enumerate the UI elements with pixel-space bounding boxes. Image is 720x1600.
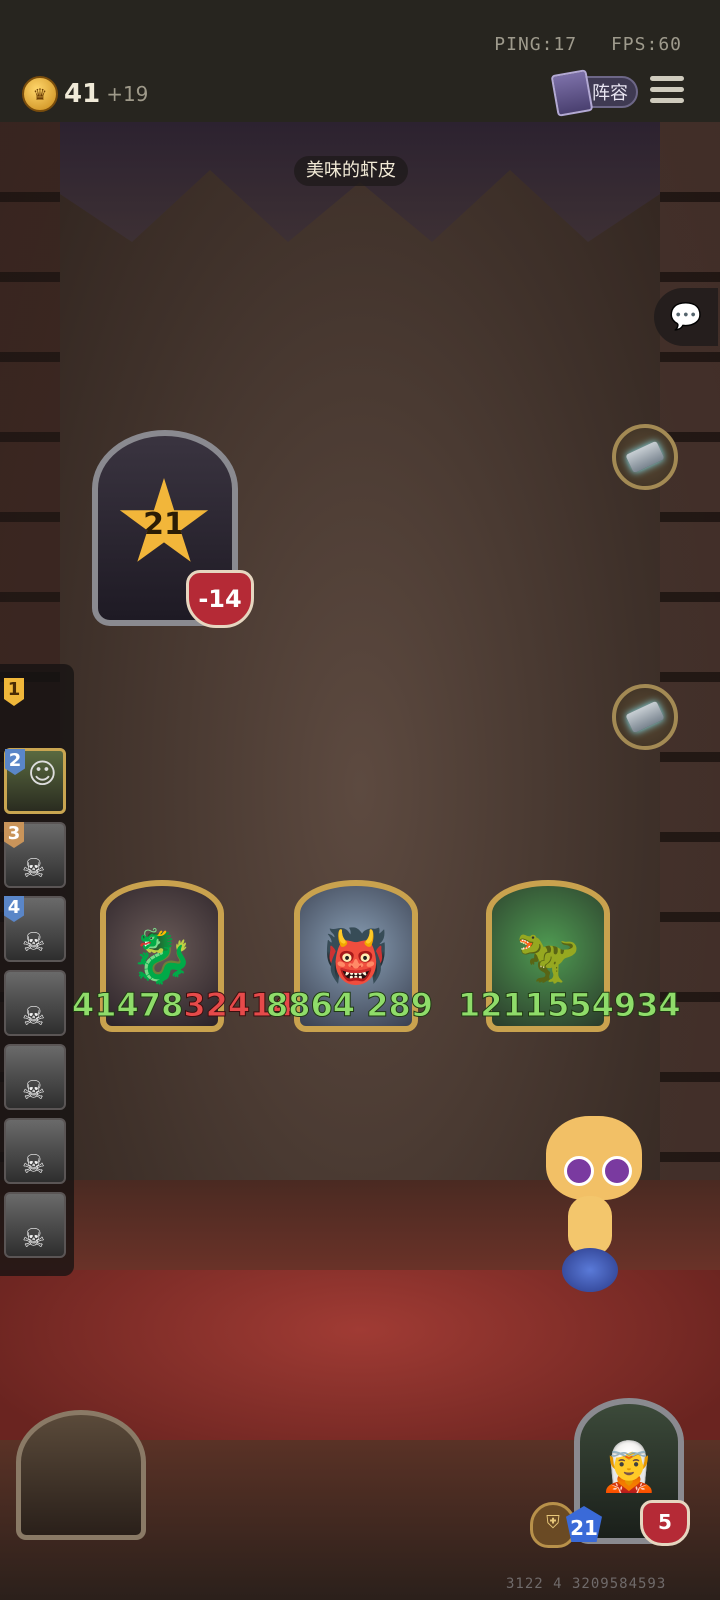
minion-stats: 1211554934 xyxy=(458,986,682,1025)
opponent-health-change: -14 xyxy=(186,570,254,628)
ping-label: PING:17 xyxy=(494,34,578,55)
skull-icon: ☠ xyxy=(22,1224,46,1254)
leaderboard-player[interactable]: ☠ xyxy=(4,1192,66,1258)
lineup-button[interactable]: 阵容 xyxy=(550,69,638,117)
cat-head xyxy=(546,1116,642,1200)
spell-slot-button[interactable] xyxy=(612,424,678,490)
menu-bar-icon xyxy=(650,87,684,92)
leaderboard-player[interactable]: 4 ☠ xyxy=(4,896,66,962)
gold-count: 41 xyxy=(64,79,101,109)
leaderboard-player[interactable]: 3 ☠ xyxy=(4,822,66,888)
goblin-portrait-icon: ☺ xyxy=(27,757,57,790)
gold-income: +19 xyxy=(106,82,149,106)
skull-icon: ☠ xyxy=(22,1150,46,1180)
gold-display: ♛ 41 +19 xyxy=(22,76,148,112)
cat-pet[interactable] xyxy=(540,1110,648,1292)
rank-badge: 2 xyxy=(5,749,25,775)
rank-badge: 3 xyxy=(4,822,24,848)
spellbook-icon xyxy=(625,700,665,734)
book-icon xyxy=(550,69,594,117)
spellbook-icon xyxy=(625,440,665,474)
fps-label: FPS:60 xyxy=(610,34,682,55)
dinosaur-icon: 🦖 xyxy=(515,927,581,987)
chat-bubble-icon: 💬 xyxy=(669,302,703,332)
network-stats: PING:17 FPS:60 xyxy=(472,34,682,55)
skull-icon: ☠ xyxy=(22,854,46,884)
leaderboard-player[interactable]: ☠ xyxy=(4,970,66,1036)
chat-button[interactable]: 💬 xyxy=(654,288,718,346)
skull-icon: ☠ xyxy=(22,928,46,958)
minion-attack: 41478 xyxy=(71,986,184,1025)
skull-icon: ☠ xyxy=(22,1002,46,1032)
leaderboard-player[interactable]: 2 ☺ xyxy=(4,748,66,814)
top-bar: PING:17 FPS:60 ♛ 41 +19 阵容 xyxy=(0,0,720,122)
minion-health: 934 xyxy=(613,986,681,1025)
leaderboard-player[interactable]: ☠ xyxy=(4,1118,66,1184)
hero-health: 5 xyxy=(640,1500,690,1546)
menu-button[interactable] xyxy=(650,76,684,108)
minion-attack: 1211554 xyxy=(458,986,615,1025)
minion-stats: 8864 289 xyxy=(265,986,434,1025)
board-title: 美味的虾皮 xyxy=(294,156,408,186)
minion-stats: 4147832414 xyxy=(71,986,295,1025)
lineup-label: 阵容 xyxy=(592,83,628,104)
goblin-hero-icon: 🧝 xyxy=(599,1439,659,1495)
cat-eye xyxy=(564,1156,594,1186)
cat-eye xyxy=(602,1156,632,1186)
crown-coin-icon: ♛ xyxy=(22,76,58,112)
tavern-shop-button[interactable] xyxy=(16,1410,146,1540)
fish-pedestal-icon xyxy=(562,1248,618,1292)
minion-health: 289 xyxy=(366,986,434,1025)
menu-bar-icon xyxy=(650,76,684,81)
game-id: 3122 4 3209584593 xyxy=(506,1576,667,1592)
spell-slot-button[interactable] xyxy=(612,684,678,750)
menu-bar-icon xyxy=(650,98,684,103)
rank-badge: 4 xyxy=(4,896,24,922)
dragon-icon: 🐉 xyxy=(129,927,195,987)
beast-icon: 👹 xyxy=(323,927,389,987)
skull-icon: ☠ xyxy=(22,1076,46,1106)
leaderboard-player[interactable]: ☠ xyxy=(4,1044,66,1110)
cat-body xyxy=(568,1196,612,1256)
minion-attack: 8864 xyxy=(265,986,356,1025)
